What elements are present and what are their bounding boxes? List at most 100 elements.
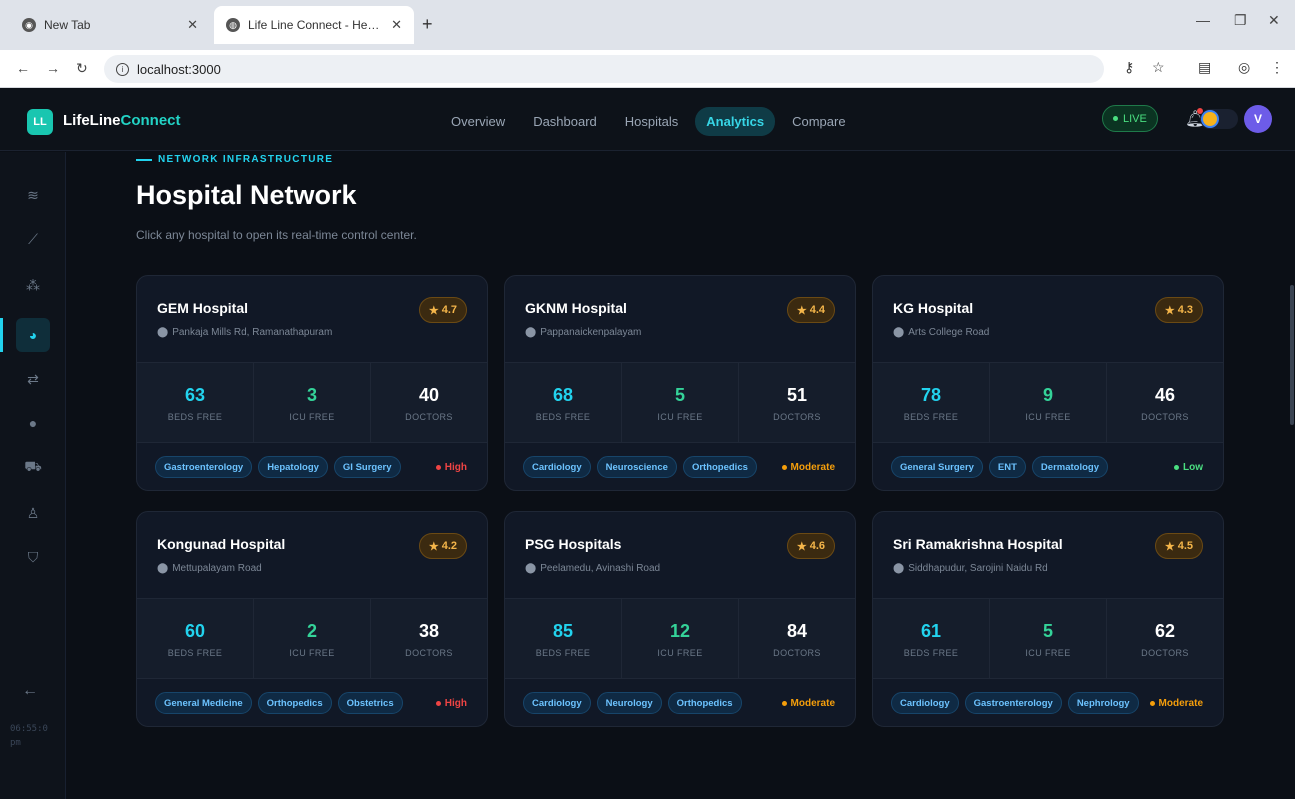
window-close-icon[interactable]: ✕ [1268, 12, 1280, 29]
specialty-tag[interactable]: General Medicine [155, 692, 252, 714]
bookmark-star-icon[interactable]: ☆ [1152, 59, 1165, 76]
specialty-tag[interactable]: Neurology [596, 692, 662, 714]
people-group-icon[interactable]: ⁂ [16, 268, 50, 302]
globe-favicon-icon: ◍ [226, 18, 240, 32]
close-tab-icon[interactable]: ✕ [187, 17, 198, 33]
star-icon: ★ [796, 304, 807, 317]
nav-analytics[interactable]: Analytics [695, 107, 776, 136]
specialty-tag[interactable]: Gastroenterology [964, 692, 1062, 714]
blood-drop-icon[interactable]: ● [16, 406, 50, 440]
collapse-arrow-icon[interactable]: ← [22, 682, 38, 700]
forward-arrow-icon[interactable]: → [46, 60, 60, 76]
nav-dashboard[interactable]: Dashboard [522, 107, 608, 136]
load-label: Moderate [790, 698, 835, 709]
minimize-icon[interactable]: — [1196, 12, 1210, 28]
live-label: LIVE [1123, 112, 1147, 125]
site-info-icon[interactable]: i [116, 62, 129, 76]
icu-free-label: ICU FREE [1025, 412, 1071, 422]
reading-mode-icon[interactable]: ▤ [1198, 59, 1211, 76]
load-label: Low [1183, 462, 1203, 473]
specialty-tags: General Surgery ENT Dermatology [891, 456, 1108, 478]
brand-name[interactable]: LifeLineConnect [63, 112, 181, 129]
star-icon: ★ [428, 540, 439, 553]
specialty-tag[interactable]: General Surgery [891, 456, 983, 478]
browser-tab-lifeline[interactable]: ◍ Life Line Connect - Healthcare I ✕ [214, 6, 414, 44]
specialty-tag[interactable]: Obstetrics [337, 692, 403, 714]
hospital-card[interactable]: GKNM Hospital ⬤ Pappanaickenpalayam ★ 4.4 68 B… [504, 275, 856, 491]
specialty-tag[interactable]: Orthopedics [682, 456, 757, 478]
restore-icon[interactable]: ❐ [1234, 12, 1247, 29]
ambulance-icon[interactable]: ⛟ [16, 450, 50, 484]
specialty-tag[interactable]: Cardiology [523, 456, 591, 478]
rating-badge: ★ 4.3 [1154, 297, 1203, 323]
specialty-tag[interactable]: Orthopedics [257, 692, 332, 714]
kebab-menu-icon[interactable]: ⋮ [1270, 59, 1284, 76]
page-subtitle: Click any hospital to open its real-time… [136, 228, 417, 242]
back-arrow-icon[interactable]: ← [16, 60, 30, 76]
reload-icon[interactable]: ↻ [76, 60, 88, 77]
hospital-name: PSG Hospitals [525, 536, 622, 552]
stat-beds: 60 BEDS FREE [137, 599, 254, 678]
doctors-label: DOCTORS [773, 648, 821, 658]
browser-tab-strip: ◉ New Tab ✕ ◍ Life Line Connect - Health… [0, 0, 1295, 50]
tab-title: New Tab [44, 18, 91, 32]
specialty-tag[interactable]: Cardiology [523, 692, 591, 714]
hospital-address: ⬤ Peelamedu, Avinashi Road [525, 563, 660, 574]
profile-icon[interactable]: ◎ [1238, 59, 1250, 76]
specialty-tag[interactable]: Gastroenterology [155, 456, 253, 478]
specialty-tag[interactable]: Hepatology [258, 456, 328, 478]
beds-free-value: 85 [552, 621, 574, 641]
stat-beds: 85 BEDS FREE [505, 599, 622, 678]
user-avatar[interactable]: V [1244, 105, 1272, 133]
browser-tab-new-tab[interactable]: ◉ New Tab ✕ [10, 6, 210, 44]
app-logo[interactable]: LL [27, 109, 53, 135]
section-eyebrow: NETWORK INFRASTRUCTURE [136, 154, 333, 165]
compare-arrows-icon[interactable]: ⇄ [16, 362, 50, 396]
hospital-address: ⬤ Arts College Road [893, 327, 989, 338]
icu-free-value: 2 [306, 621, 317, 641]
new-tab-plus-icon[interactable]: + [422, 14, 433, 35]
load-dot-icon [435, 465, 441, 470]
nav-hospitals[interactable]: Hospitals [614, 107, 689, 136]
url-input[interactable]: i localhost:3000 [104, 55, 1104, 83]
specialty-tag[interactable]: Orthopedics [667, 692, 742, 714]
rating-value: 4.3 [1177, 304, 1193, 316]
stat-beds: 78 BEDS FREE [873, 363, 990, 442]
hospital-card[interactable]: GEM Hospital ⬤ Pankaja Mills Rd, Ramanatha… [136, 275, 488, 491]
card-header: PSG Hospitals ⬤ Peelamedu, Avinashi Road ★ 4… [505, 512, 855, 597]
close-tab-icon[interactable]: ✕ [391, 17, 402, 33]
address-text: Siddhapudur, Sarojini Naidu Rd [908, 563, 1048, 574]
hospital-card[interactable]: PSG Hospitals ⬤ Peelamedu, Avinashi Road ★ 4… [504, 511, 856, 727]
hospital-name: GEM Hospital [157, 300, 249, 316]
specialty-tag[interactable]: Cardiology [891, 692, 959, 714]
icu-free-value: 12 [669, 621, 691, 641]
address-text: Mettupalayam Road [172, 563, 262, 574]
password-key-icon[interactable]: ⚷ [1124, 59, 1134, 76]
scrollbar-thumb[interactable] [1290, 285, 1294, 425]
scrollbar-track[interactable] [1287, 152, 1295, 799]
specialty-tag[interactable]: GI Surgery [333, 456, 401, 478]
beds-free-label: BEDS FREE [535, 412, 591, 422]
icu-free-label: ICU FREE [289, 648, 335, 658]
doctor-icon[interactable]: ♙ [16, 496, 50, 530]
icu-free-value: 3 [306, 385, 317, 405]
specialty-tag[interactable]: Neuroscience [596, 456, 677, 478]
pie-chart-icon[interactable]: ◕ [16, 318, 50, 352]
theme-toggle[interactable] [1200, 109, 1238, 129]
shield-icon[interactable]: ⛉ [16, 540, 50, 574]
beds-free-value: 61 [920, 621, 942, 641]
layers-icon[interactable]: ≋ [16, 178, 50, 212]
specialty-tag[interactable]: ENT [988, 456, 1026, 478]
specialty-tag[interactable]: Dermatology [1031, 456, 1108, 478]
hospital-card[interactable]: KG Hospital ⬤ Arts College Road ★ 4.3 78 BEDS … [872, 275, 1224, 491]
load-status: Moderate [781, 462, 835, 473]
trend-chart-icon[interactable]: ⟋ [16, 222, 50, 256]
load-dot-icon [1174, 465, 1179, 470]
nav-overview[interactable]: Overview [440, 107, 516, 136]
hospital-card[interactable]: Kongunad Hospital ⬤ Mettupalayam Road ★ 4.2 6… [136, 511, 488, 727]
hospital-address: ⬤ Pappanaickenpalayam [525, 327, 641, 338]
hospital-card[interactable]: Sri Ramakrishna Hospital ⬤ Siddhapudur, Sa… [872, 511, 1224, 727]
stat-beds: 68 BEDS FREE [505, 363, 622, 442]
nav-compare[interactable]: Compare [781, 107, 856, 136]
specialty-tag[interactable]: Nephrology [1067, 692, 1139, 714]
